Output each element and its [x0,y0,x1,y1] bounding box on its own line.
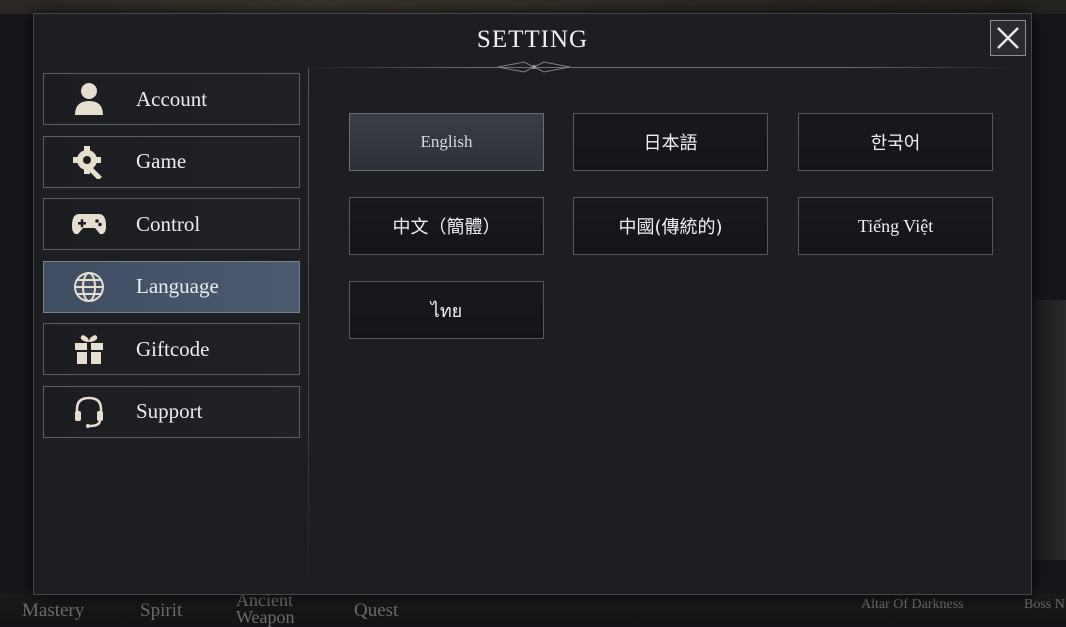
sidebar-item-giftcode[interactable]: Giftcode [43,323,300,375]
language-option-vietnamese[interactable]: Tiếng Việt [798,197,993,255]
close-button[interactable] [990,20,1026,56]
gamepad-icon [64,204,114,244]
bottom-nav-mastery: Mastery [22,600,85,621]
bottom-nav-altar: Altar Of Darkness [861,597,964,612]
sidebar-item-label: Account [136,86,208,111]
bottom-nav-ancient-weapon: Ancient Weapon [236,590,295,627]
bottom-nav-spirit: Spirit [140,600,183,621]
header-ornament [497,61,571,73]
header-divider [304,67,1015,68]
modal-title: SETTING [476,26,589,53]
close-icon [997,27,1019,49]
bottom-nav-quest: Quest [354,600,399,621]
globe-icon [64,267,114,307]
settings-sidebar: Account Game Control Language Giftcode S… [43,73,301,448]
gear-wrench-icon [64,142,114,182]
language-option-chinese-simplified[interactable]: 中文（簡體） [349,197,544,255]
bottom-nav-boss: Boss N [1024,597,1065,612]
sidebar-item-support[interactable]: Support [43,385,300,438]
sidebar-item-label: Language [136,274,219,298]
language-option-japanese[interactable]: 日本語 [573,113,768,171]
sidebar-item-account[interactable]: Account [43,73,300,125]
headset-icon [64,392,114,432]
gift-icon [64,329,114,369]
sidebar-item-game[interactable]: Game [43,135,300,188]
sidebar-item-label: Giftcode [136,336,210,361]
settings-modal: SETTING Account Game Control Language Gi… [33,13,1032,595]
language-option-thai[interactable]: ไทย [349,281,544,339]
language-option-english[interactable]: English [349,113,544,171]
background-top-bar [0,0,1066,14]
sidebar-item-label: Control [136,211,201,236]
sidebar-divider [308,68,309,586]
language-option-chinese-traditional[interactable]: 中國(傳統的) [573,197,768,255]
language-option-korean[interactable]: 한국어 [798,113,993,171]
sidebar-item-control[interactable]: Control [43,198,300,250]
sidebar-item-label: Game [136,149,187,173]
background-side-panel [1030,300,1066,560]
sidebar-item-language[interactable]: Language [43,260,300,313]
sidebar-item-label: Support [136,399,203,423]
person-icon [64,79,114,119]
